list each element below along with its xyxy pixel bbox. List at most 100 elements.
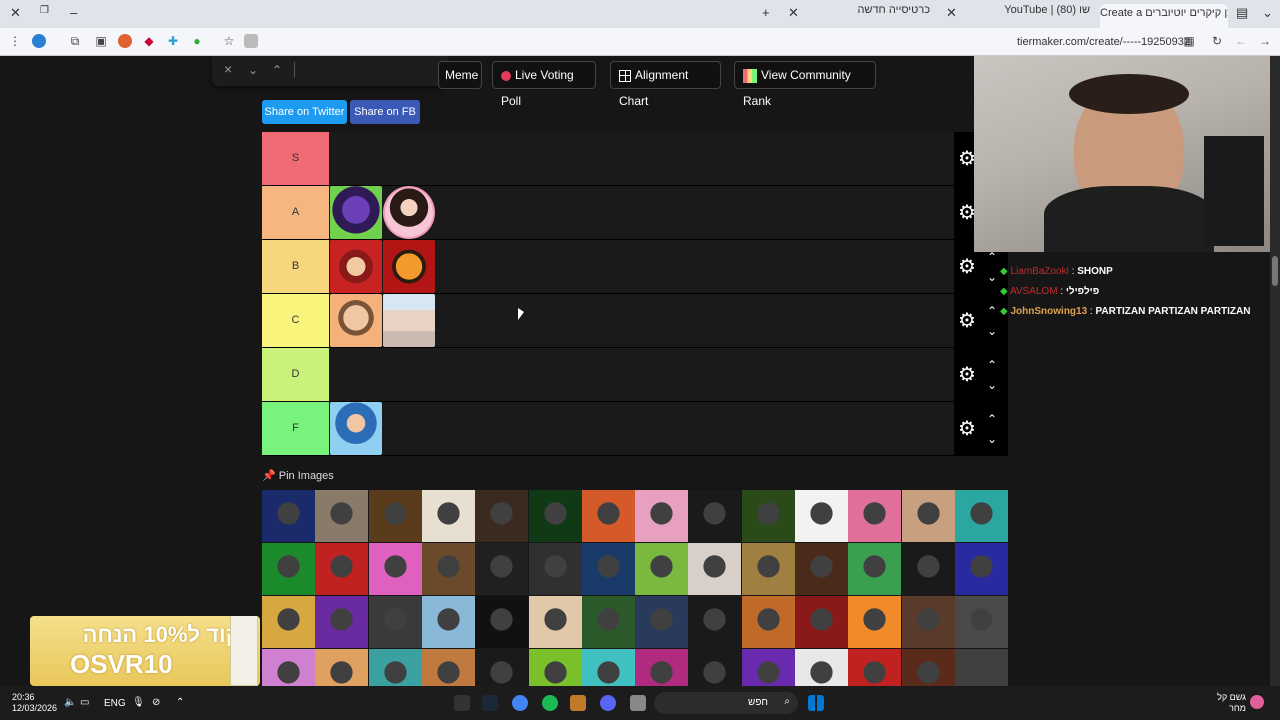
pool-image[interactable] — [635, 596, 689, 648]
favorite-star-icon[interactable]: ☆ — [222, 34, 236, 48]
tier-item-image[interactable] — [383, 240, 435, 293]
find-next-icon[interactable]: ⌃ — [272, 63, 282, 77]
tier-label[interactable]: B — [262, 240, 329, 293]
tab-youtube[interactable]: YouTube | (80) שו — [970, 4, 1090, 24]
move-up-icon[interactable]: ⌃ — [984, 412, 1000, 426]
pool-image[interactable] — [741, 543, 795, 595]
volume-icon[interactable]: 🔈 — [64, 697, 76, 708]
pool-image[interactable] — [315, 543, 369, 595]
pool-image[interactable] — [528, 490, 582, 542]
weather-widget[interactable]: גשם קל מחר — [1190, 692, 1246, 714]
move-up-icon[interactable]: ⌃ — [984, 358, 1000, 372]
pool-image[interactable] — [848, 596, 902, 648]
pool-image[interactable] — [581, 543, 635, 595]
tier-item-image[interactable] — [330, 294, 382, 347]
mic-icon[interactable]: 🎙 — [132, 697, 145, 708]
alignment-chart-button[interactable]: Alignment Chart — [610, 61, 721, 108]
pool-image[interactable] — [795, 596, 848, 648]
pool-image[interactable] — [581, 490, 635, 542]
meme-button[interactable]: Meme — [438, 61, 482, 89]
pool-image[interactable] — [315, 490, 369, 542]
find-close-icon[interactable]: × — [224, 61, 232, 77]
gear-icon[interactable]: ⚙ — [956, 418, 978, 440]
find-prev-icon[interactable]: ⌄ — [248, 63, 258, 77]
pool-image[interactable] — [954, 596, 1008, 648]
restore-window-icon[interactable]: ❐ — [40, 5, 49, 16]
tab-tiermaker[interactable]: Create a תוכן קיקרים יוטיוברים — [1100, 4, 1228, 28]
pool-image[interactable] — [262, 490, 315, 542]
pool-image[interactable] — [901, 649, 955, 686]
reload-icon[interactable]: ↻ — [1210, 34, 1224, 48]
extension-3-icon[interactable]: ✚ — [166, 34, 180, 48]
pool-image[interactable] — [635, 649, 689, 686]
pool-image[interactable] — [848, 543, 902, 595]
pool-image[interactable] — [741, 649, 795, 686]
pool-image[interactable] — [475, 649, 529, 686]
pool-image[interactable] — [954, 649, 1008, 686]
pool-image[interactable] — [954, 490, 1008, 542]
pool-image[interactable] — [421, 596, 475, 648]
pool-image[interactable] — [688, 490, 742, 542]
pool-image[interactable] — [688, 596, 742, 648]
pool-image[interactable] — [262, 596, 315, 648]
windows-start-icon[interactable] — [808, 695, 824, 711]
tier-label[interactable]: S — [262, 132, 329, 185]
pool-image[interactable] — [421, 490, 475, 542]
tier-label[interactable]: F — [262, 402, 329, 455]
tier-label[interactable]: A — [262, 186, 329, 239]
pool-image[interactable] — [635, 543, 689, 595]
address-bar[interactable]: tiermaker.com/create/-----19250932 — [1017, 36, 1190, 48]
pool-image[interactable] — [368, 596, 422, 648]
share-twitter-button[interactable]: Share on Twitter — [262, 100, 347, 124]
language-indicator[interactable]: ENG — [104, 698, 126, 709]
pool-image[interactable] — [368, 490, 422, 542]
minimize-window-icon[interactable]: – — [70, 5, 77, 20]
pool-image[interactable] — [635, 490, 689, 542]
pool-image[interactable] — [528, 543, 582, 595]
pool-image[interactable] — [901, 543, 955, 595]
extensions-icon[interactable]: ⧉ — [68, 34, 82, 48]
pool-image[interactable] — [741, 596, 795, 648]
pool-image[interactable] — [262, 543, 315, 595]
pool-image[interactable] — [795, 543, 848, 595]
app-icon[interactable] — [454, 695, 470, 711]
pool-image[interactable] — [795, 649, 848, 686]
collections-icon[interactable]: ▣ — [94, 34, 108, 48]
pool-image[interactable] — [368, 649, 422, 686]
back-icon[interactable]: → — [1258, 34, 1272, 48]
move-up-icon[interactable]: ⌃ — [984, 250, 1000, 264]
tray-chevron-icon[interactable]: ⌃ — [176, 697, 184, 708]
app-icon-2[interactable] — [570, 695, 586, 711]
steam-icon[interactable] — [482, 695, 498, 711]
move-down-icon[interactable]: ⌄ — [984, 270, 1000, 284]
pool-image[interactable] — [315, 649, 369, 686]
pool-image[interactable] — [581, 649, 635, 686]
tier-item-image[interactable] — [383, 186, 435, 239]
page-scrollbar[interactable] — [1270, 56, 1280, 686]
pool-image[interactable] — [848, 649, 902, 686]
pool-image[interactable] — [795, 490, 848, 542]
gear-icon[interactable]: ⚙ — [956, 256, 978, 278]
extension-2-icon[interactable]: ◆ — [142, 34, 156, 48]
tier-label[interactable]: D — [262, 348, 329, 401]
taskbar-search[interactable]: חפש ⌕ — [654, 692, 798, 714]
discord-icon[interactable] — [600, 695, 616, 711]
pool-image[interactable] — [528, 596, 582, 648]
tier-label[interactable]: C — [262, 294, 329, 347]
pool-image[interactable] — [581, 596, 635, 648]
tier-item-image[interactable] — [330, 240, 382, 293]
pool-image[interactable] — [421, 543, 475, 595]
pool-image[interactable] — [368, 543, 422, 595]
pool-image[interactable] — [475, 596, 529, 648]
pool-image[interactable] — [688, 649, 742, 686]
tier-item-image[interactable] — [330, 186, 382, 239]
tier-item-image[interactable] — [383, 294, 435, 347]
extension-icon[interactable] — [118, 34, 132, 48]
live-voting-poll-button[interactable]: Live Voting Poll — [492, 61, 596, 108]
site-info-icon[interactable] — [244, 34, 258, 48]
menu-icon[interactable]: ⋮ — [8, 34, 22, 48]
move-down-icon[interactable]: ⌄ — [984, 324, 1000, 338]
chrome-icon[interactable] — [512, 695, 528, 711]
reader-icon[interactable]: ▦ — [1182, 34, 1196, 48]
share-fb-button[interactable]: Share on FB — [350, 100, 420, 124]
